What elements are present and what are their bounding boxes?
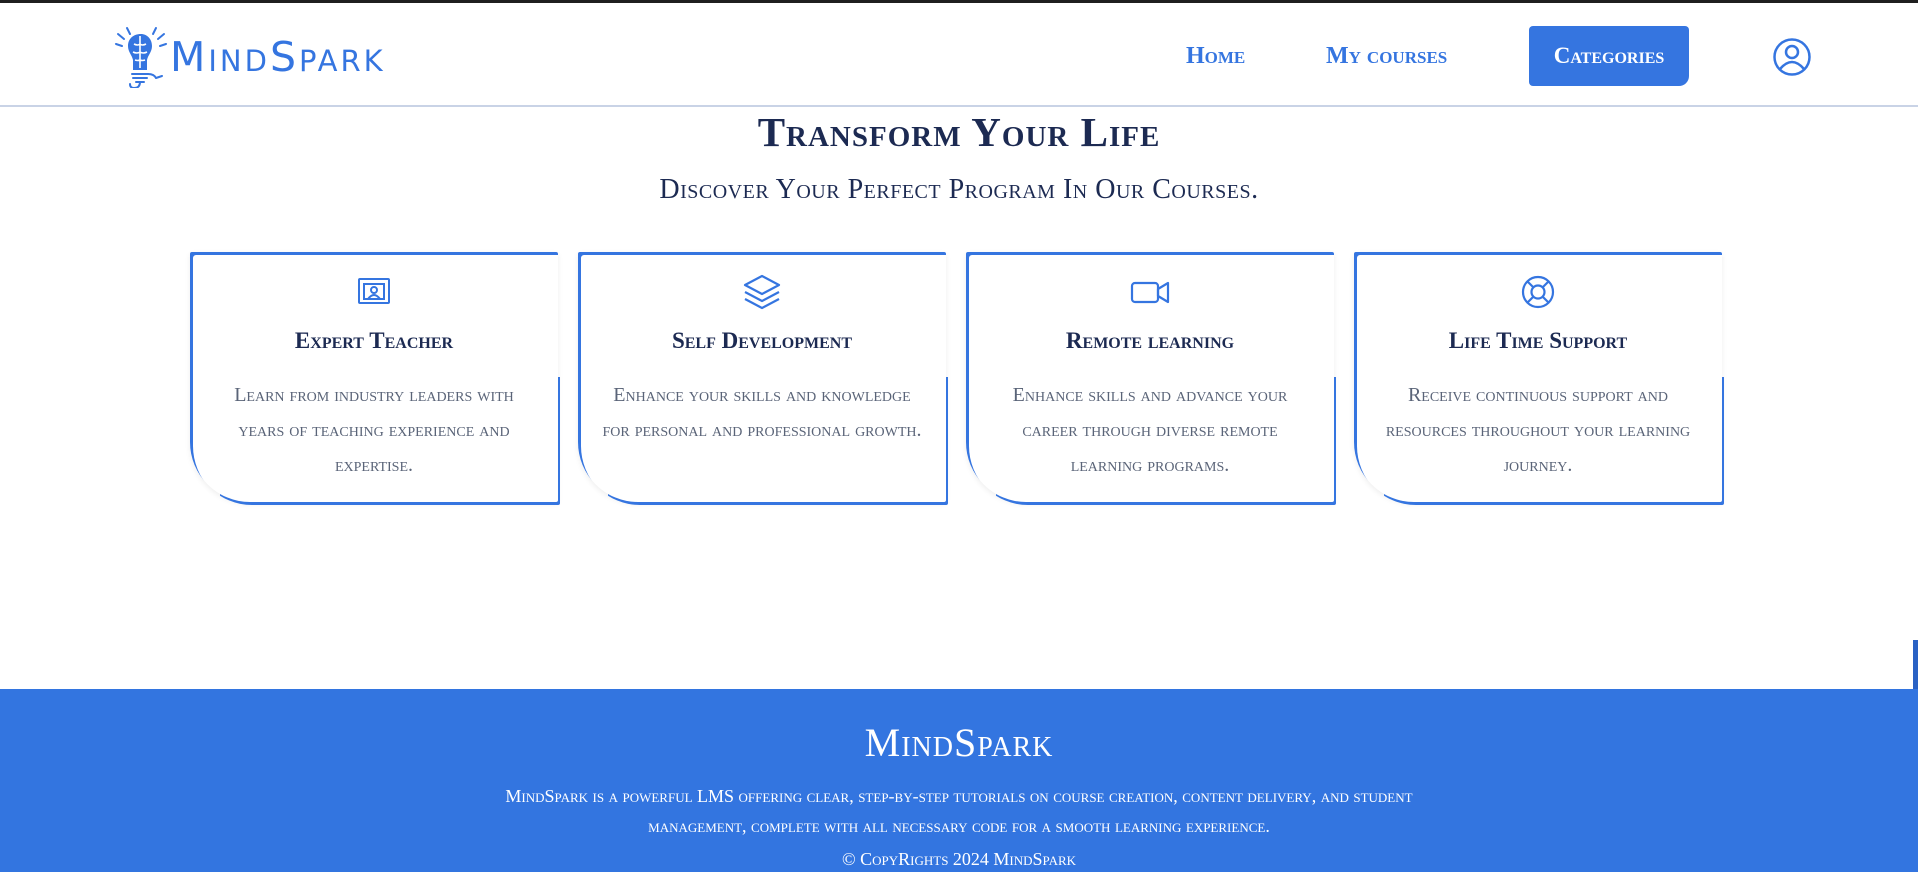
feature-card-expert-teacher: Expert Teacher Learn from industry leade… [190,252,558,502]
feature-title: Remote learning [1065,328,1235,353]
hero-subtitle: Discover Your Perfect Program In Our Cou… [659,174,1259,205]
hero-title: Transform Your Life [757,109,1161,155]
presentation-icon [358,278,390,304]
feature-card-lifetime-support: Life Time Support Receive continuous sup… [1354,252,1722,502]
nav-my-courses-link[interactable]: My courses [1326,26,1447,86]
site-header: MindSpark Home My courses Categories [0,3,1918,107]
feature-text: Learn from industry leaders with years o… [234,384,514,476]
feature-title: Expert Teacher [294,328,454,353]
site-footer: MindSpark MindSpark is a powerful LMS of… [0,689,1918,872]
feature-card-self-development: Self Development Enhance your skills and… [578,252,946,502]
user-circle-icon [1773,38,1811,76]
lifebuoy-icon [1521,275,1555,309]
footer-title: MindSpark [864,720,1054,765]
footer-description: MindSpark is a powerful LMS offering cle… [505,786,1413,836]
feature-card-remote-learning: Remote learning Enhance skills and advan… [966,252,1334,502]
scrollbar-thumb[interactable] [1913,640,1918,690]
feature-title: Self Development [671,328,853,353]
nav-home-link[interactable]: Home [1186,26,1245,86]
feature-text: Enhance your skills and knowledge for pe… [602,384,922,441]
layers-icon [743,274,781,310]
video-camera-icon [1130,281,1170,304]
footer-copyright: © CopyRights 2024 MindSpark [841,849,1077,869]
main-nav: Home My courses Categories [0,26,1918,86]
profile-button[interactable] [1772,37,1812,77]
nav-categories-button[interactable]: Categories [1529,26,1689,86]
feature-text: Receive continuous support and resources… [1385,384,1691,476]
feature-title: Life Time Support [1448,328,1628,353]
feature-text: Enhance skills and advance your career t… [1012,384,1288,476]
